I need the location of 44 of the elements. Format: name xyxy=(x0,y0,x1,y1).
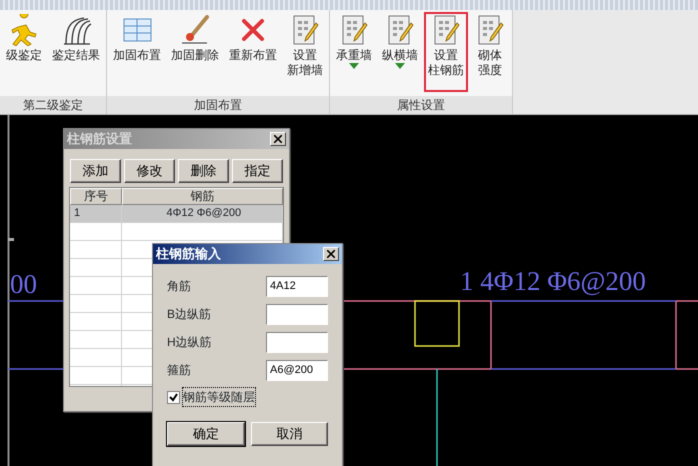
marker-tick xyxy=(8,238,14,241)
checkbox-label: 钢筋等级随层 xyxy=(183,388,255,406)
input-field[interactable] xyxy=(266,304,328,324)
close-button[interactable] xyxy=(323,247,339,261)
dialog-title: 柱钢筋设置 xyxy=(67,130,132,148)
dialog-title: 柱钢筋输入 xyxy=(156,245,221,264)
ribbon-button[interactable]: 承重墙 xyxy=(332,12,376,92)
group-label: 加固布置 xyxy=(107,96,329,114)
table-cell: 1 xyxy=(70,204,122,222)
input-field[interactable]: A6@200 xyxy=(266,360,328,380)
dialog-button[interactable]: 删除 xyxy=(178,159,229,182)
ribbon-button[interactable]: 加固布置 xyxy=(109,12,165,92)
table-cell: 4Φ12 Φ6@200 xyxy=(122,204,283,222)
dialog-button[interactable]: 修改 xyxy=(124,159,175,182)
field-label: 角筋 xyxy=(167,278,191,295)
rebar-label: 00 xyxy=(10,271,37,298)
close-icon xyxy=(327,250,335,258)
group-label: 第二级鉴定 xyxy=(0,96,106,114)
rebar-label: 1 4Φ12 Φ6@200 xyxy=(460,268,646,295)
field-label: 箍筋 xyxy=(167,362,191,379)
ribbon-button[interactable]: 砌体 强度 xyxy=(470,12,510,92)
brush-icon xyxy=(179,14,211,46)
dialog-button[interactable]: 取消 xyxy=(250,422,328,446)
field-label: B边纵筋 xyxy=(167,306,212,323)
field-label: H边纵筋 xyxy=(167,334,212,351)
checkbox[interactable] xyxy=(167,390,180,404)
close-icon xyxy=(274,135,282,143)
column-header: 序号 xyxy=(70,188,122,204)
dialog-button[interactable]: 确定 xyxy=(167,422,244,446)
dialog-button[interactable]: 添加 xyxy=(70,159,121,182)
input-field[interactable] xyxy=(266,332,328,352)
group-label: 属性设置 xyxy=(330,96,512,114)
input-field[interactable]: 4A12 xyxy=(266,276,328,296)
column-header: 钢筋 xyxy=(122,188,283,204)
ribbon-button[interactable]: 重新布置 xyxy=(225,12,281,92)
ribbon-button[interactable]: 纵横墙 xyxy=(378,12,422,92)
ribbon-button[interactable]: 级鉴定 xyxy=(2,12,46,92)
ribbon-button[interactable]: 设置 新增墙 xyxy=(283,12,327,92)
close-button[interactable] xyxy=(270,132,286,146)
dialog-button[interactable]: 指定 xyxy=(232,159,283,182)
table-row[interactable]: 1 4Φ12 Φ6@200 xyxy=(70,204,283,222)
ribbon-button[interactable]: 设置 柱钢筋 xyxy=(424,12,468,92)
ribbon-button[interactable]: 加固删除 xyxy=(167,12,223,92)
ribbon-button[interactable]: 鉴定结果 xyxy=(48,12,104,92)
